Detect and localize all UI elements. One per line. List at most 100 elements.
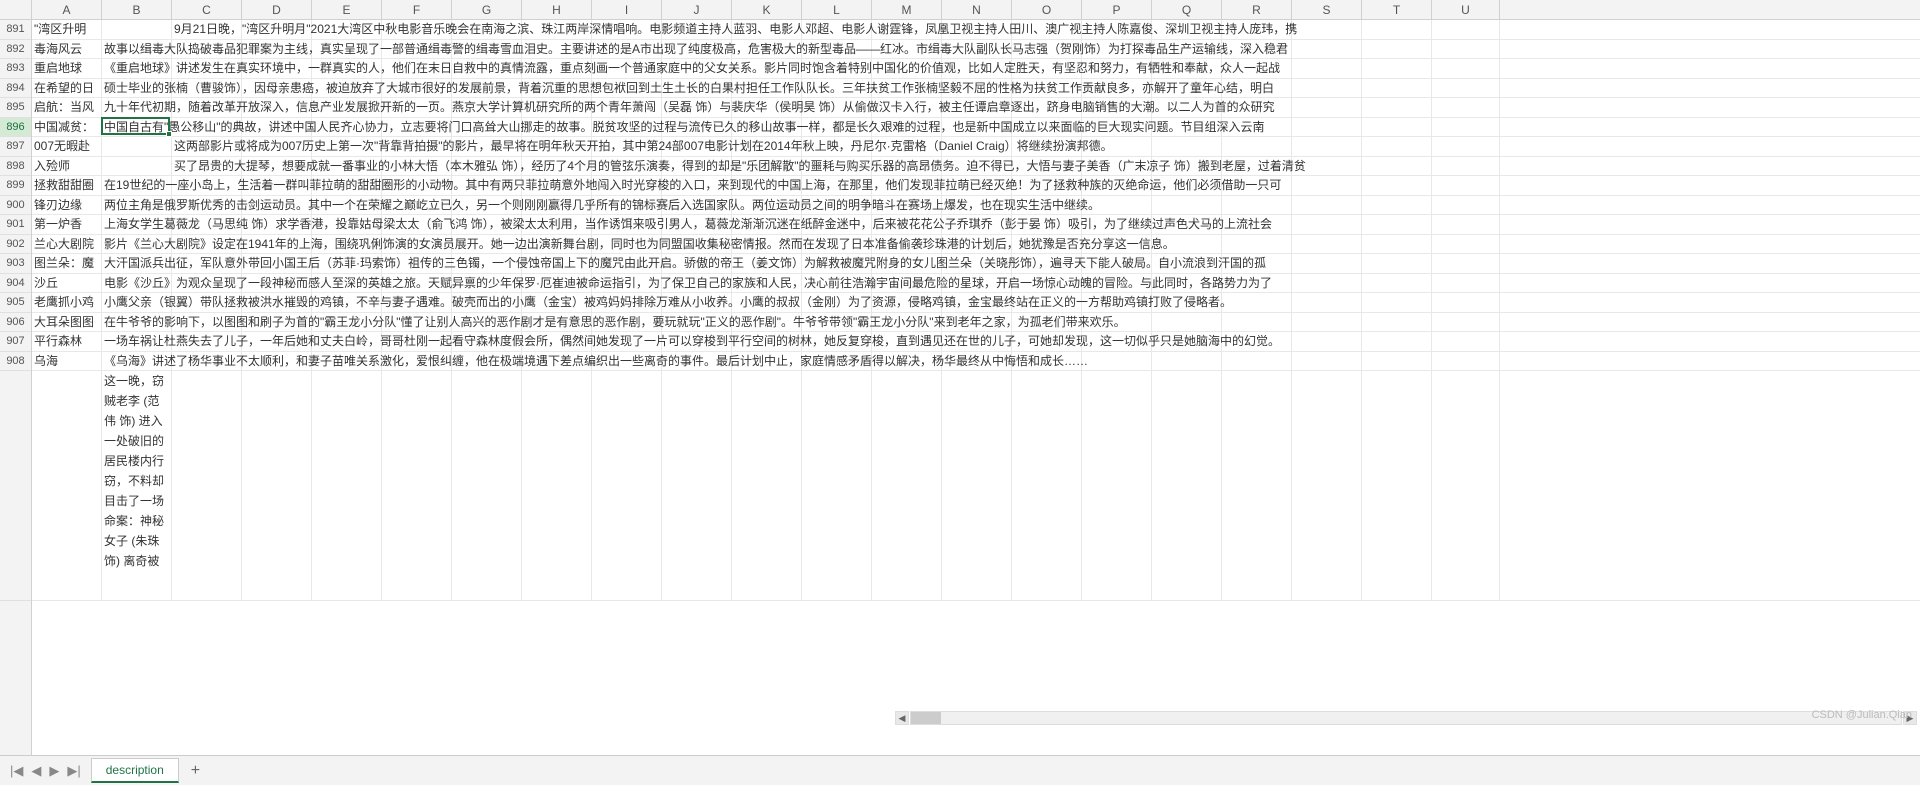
cell[interactable] — [662, 371, 732, 600]
nav-prev-icon[interactable]: ◀ — [31, 763, 41, 779]
row-header[interactable]: 907 — [0, 332, 31, 352]
cell[interactable] — [452, 371, 522, 600]
cell[interactable] — [1292, 313, 1362, 332]
cell[interactable]: 九十年代初期，随着改革开放深入，信息产业发展掀开新的一页。燕京大学计算机研究所的… — [102, 98, 172, 117]
col-header-D[interactable]: D — [242, 0, 312, 19]
cell[interactable] — [1432, 79, 1500, 98]
cell[interactable] — [1432, 176, 1500, 195]
cell[interactable] — [1362, 235, 1432, 254]
cell[interactable] — [592, 371, 662, 600]
cell[interactable] — [1362, 196, 1432, 215]
cell[interactable] — [1082, 352, 1152, 371]
cell[interactable] — [1362, 157, 1432, 176]
col-header-L[interactable]: L — [802, 0, 872, 19]
cell[interactable] — [1362, 274, 1432, 293]
cell[interactable] — [1222, 196, 1292, 215]
cell[interactable] — [32, 371, 102, 600]
cell[interactable] — [1362, 176, 1432, 195]
cell[interactable] — [102, 137, 172, 156]
nav-next-icon[interactable]: ▶ — [49, 763, 59, 779]
row-header[interactable]: 897 — [0, 137, 31, 157]
sheet-tab-description[interactable]: description — [91, 758, 179, 783]
col-header-U[interactable]: U — [1432, 0, 1500, 19]
row-header[interactable]: 892 — [0, 40, 31, 60]
cell[interactable]: 在牛爷爷的影响下，以图图和刷子为首的"霸王龙小分队"懂了让别人高兴的恶作剧才是有… — [102, 313, 172, 332]
cell[interactable] — [1432, 313, 1500, 332]
cell[interactable] — [1292, 118, 1362, 137]
cell[interactable]: 老鹰抓小鸡 — [32, 293, 102, 312]
cell[interactable] — [1362, 215, 1432, 234]
cell[interactable] — [1362, 254, 1432, 273]
col-header-O[interactable]: O — [1012, 0, 1082, 19]
cell[interactable] — [102, 20, 172, 39]
cell[interactable] — [1292, 98, 1362, 117]
cell[interactable] — [1432, 332, 1500, 351]
cell[interactable] — [1292, 215, 1362, 234]
col-header-K[interactable]: K — [732, 0, 802, 19]
cell[interactable] — [1362, 40, 1432, 59]
cell[interactable]: 《乌海》讲述了杨华事业不太顺利，和妻子苗唯关系激化，爱恨纠缠，他在极端境遇下差点… — [102, 352, 172, 371]
add-sheet-button[interactable]: + — [181, 762, 210, 780]
cell[interactable]: 故事以缉毒大队捣破毒品犯罪案为主线，真实呈现了一部普通缉毒警的缉毒雪血泪史。主要… — [102, 40, 172, 59]
cell[interactable]: 这一晚，窃贼老李 (范伟 饰) 进入一处破旧的居民楼内行窃，不料却目击了一场命案… — [102, 371, 172, 600]
cell[interactable] — [1292, 352, 1362, 371]
col-header-J[interactable]: J — [662, 0, 732, 19]
cell[interactable]: 兰心大剧院 — [32, 235, 102, 254]
cell[interactable] — [1362, 371, 1432, 600]
cell[interactable] — [1292, 137, 1362, 156]
cell[interactable] — [1292, 196, 1362, 215]
cell[interactable]: 乌海 — [32, 352, 102, 371]
col-header-P[interactable]: P — [1082, 0, 1152, 19]
cell[interactable] — [1292, 79, 1362, 98]
nav-first-icon[interactable]: |◀ — [10, 763, 23, 779]
cell[interactable] — [1222, 293, 1292, 312]
row-header[interactable]: 905 — [0, 293, 31, 313]
cell[interactable]: 在希望的日 — [32, 79, 102, 98]
cell[interactable] — [1362, 59, 1432, 78]
cell[interactable]: 中国减贫： — [32, 118, 102, 137]
cell[interactable] — [1292, 371, 1362, 600]
cell[interactable]: 平行森林 — [32, 332, 102, 351]
row-header[interactable]: 902 — [0, 235, 31, 255]
col-header-S[interactable]: S — [1292, 0, 1362, 19]
cell[interactable] — [172, 371, 242, 600]
cell[interactable] — [1362, 313, 1432, 332]
row-header[interactable]: 891 — [0, 20, 31, 40]
cell[interactable] — [1432, 137, 1500, 156]
cell[interactable] — [1292, 293, 1362, 312]
col-header-I[interactable]: I — [592, 0, 662, 19]
cell[interactable] — [1432, 235, 1500, 254]
row-header[interactable]: 906 — [0, 313, 31, 333]
cell[interactable] — [382, 371, 452, 600]
col-header-A[interactable]: A — [32, 0, 102, 19]
cell[interactable] — [1432, 98, 1500, 117]
row-header[interactable]: 903 — [0, 254, 31, 274]
cell[interactable] — [1362, 293, 1432, 312]
cell[interactable] — [1152, 313, 1222, 332]
cell[interactable] — [1222, 352, 1292, 371]
cell[interactable]: 图兰朵：魔 — [32, 254, 102, 273]
cell[interactable] — [1362, 98, 1432, 117]
cell[interactable]: 《重启地球》讲述发生在真实环境中，一群真实的人，他们在末日自救中的真情流露，重点… — [102, 59, 172, 78]
cell[interactable] — [1222, 137, 1292, 156]
cell[interactable] — [1362, 352, 1432, 371]
cell[interactable] — [1432, 40, 1500, 59]
cell[interactable]: 9月21日晚，"湾区升明月"2021大湾区中秋电影音乐晚会在南海之滨、珠江两岸深… — [172, 20, 242, 39]
cell[interactable] — [1292, 40, 1362, 59]
cell[interactable] — [1432, 371, 1500, 600]
scroll-left-arrow[interactable]: ◀ — [895, 711, 909, 725]
row-header[interactable]: 895 — [0, 98, 31, 118]
row-header[interactable]: 896 — [0, 118, 31, 138]
row-header[interactable]: 898 — [0, 157, 31, 177]
cell[interactable] — [1152, 137, 1222, 156]
cell[interactable] — [1292, 59, 1362, 78]
cell[interactable] — [1152, 196, 1222, 215]
cell[interactable]: 两位主角是俄罗斯优秀的击剑运动员。其中一个在荣耀之巅屹立已久，另一个则刚刚赢得几… — [102, 196, 172, 215]
scroll-track[interactable] — [910, 711, 1902, 725]
cell[interactable] — [1222, 313, 1292, 332]
col-header-C[interactable]: C — [172, 0, 242, 19]
col-header-E[interactable]: E — [312, 0, 382, 19]
col-header-Q[interactable]: Q — [1152, 0, 1222, 19]
cell[interactable]: 入殓师 — [32, 157, 102, 176]
cell[interactable]: 小鹰父亲（银翼）带队拯救被洪水摧毁的鸡镇，不辛与妻子遇难。破壳而出的小鹰（金宝）… — [102, 293, 172, 312]
